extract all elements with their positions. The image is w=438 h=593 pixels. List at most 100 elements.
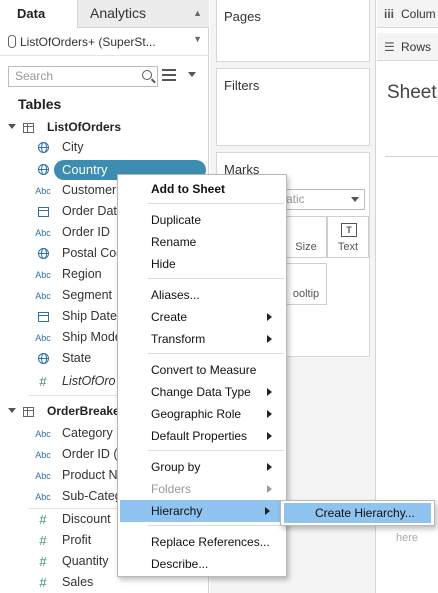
- field-label: Quantity: [62, 554, 109, 568]
- field-label: ListOfOro: [62, 374, 116, 388]
- abc-icon: Abc: [35, 270, 51, 280]
- hash-icon: #: [39, 512, 47, 527]
- rows-shelf[interactable]: ☰ Rows: [377, 33, 438, 61]
- field-label: Postal Coo: [62, 246, 124, 260]
- menu-item-transform[interactable]: Transform: [118, 328, 286, 350]
- menu-item-create-hierarchy[interactable]: Create Hierarchy...: [284, 503, 431, 523]
- datasource-row[interactable]: ListOfOrders+ (SuperSt...: [0, 28, 209, 56]
- field-label: City: [62, 140, 84, 154]
- abc-icon: Abc: [35, 228, 51, 238]
- field-label: Sub-Categ: [62, 489, 122, 503]
- hash-icon: #: [39, 554, 47, 569]
- submenu-arrow-icon: [267, 463, 272, 471]
- menu-item-label: Hierarchy: [151, 504, 203, 518]
- abc-icon: Abc: [35, 450, 51, 460]
- caret-down-icon[interactable]: [8, 408, 16, 413]
- menu-item-replace-references[interactable]: Replace References...: [118, 531, 286, 553]
- sheet-title[interactable]: Sheet: [387, 82, 437, 104]
- abc-icon: Abc: [35, 471, 51, 481]
- menu-item-change-data-type[interactable]: Change Data Type: [118, 381, 286, 403]
- abc-icon: Abc: [35, 186, 51, 196]
- submenu-arrow-icon: [267, 410, 272, 418]
- field-label: Discount: [62, 512, 111, 526]
- filters-card[interactable]: Filters: [216, 68, 370, 146]
- chevron-down-icon[interactable]: [188, 72, 196, 77]
- table-group-label: ListOfOrders: [47, 120, 122, 134]
- chevron-down-icon: [351, 197, 359, 202]
- calendar-icon: [35, 310, 51, 324]
- columns-icon: iii: [384, 7, 395, 21]
- pages-card[interactable]: Pages: [216, 0, 370, 62]
- search-placeholder: Search: [15, 69, 54, 83]
- menu-item-duplicate[interactable]: Duplicate: [118, 209, 286, 231]
- hash-icon: #: [39, 374, 47, 389]
- field-label: State: [62, 351, 92, 365]
- menu-item-convert-to-measure[interactable]: Convert to Measure: [118, 359, 286, 381]
- globe-icon: [35, 163, 51, 177]
- menu-item-hide[interactable]: Hide: [118, 253, 286, 275]
- calendar-icon: [35, 205, 51, 219]
- search-input[interactable]: Search: [8, 66, 158, 87]
- menu-item-group-by[interactable]: Group by: [118, 456, 286, 478]
- menu-item-default-properties[interactable]: Default Properties: [118, 425, 286, 447]
- globe-icon: [35, 352, 51, 366]
- globe-icon: [35, 141, 51, 155]
- field-label: Order ID (: [62, 447, 118, 461]
- table-icon: [23, 123, 34, 133]
- menu-item-label: Create: [151, 310, 188, 324]
- tooltip-button[interactable]: ooltip: [285, 263, 327, 305]
- field-label: Region: [62, 267, 102, 281]
- caret-down-icon[interactable]: [8, 124, 16, 129]
- hierarchy-submenu: Create Hierarchy...: [280, 500, 435, 526]
- menu-separator: [148, 450, 284, 451]
- tab-data[interactable]: Data: [0, 0, 78, 28]
- submenu-arrow-icon: [267, 313, 272, 321]
- list-view-icon[interactable]: [162, 69, 176, 81]
- pane-tabs: Data Analytics ▲ ▼: [0, 0, 209, 44]
- field-item[interactable]: City: [30, 138, 209, 158]
- tab-analytics[interactable]: Analytics ▲ ▼: [78, 0, 209, 44]
- menu-item-describe[interactable]: Describe...: [118, 553, 286, 575]
- mark-type-value: atic: [286, 192, 305, 206]
- field-label: Ship Mode: [62, 330, 122, 344]
- menu-item-add-to-sheet[interactable]: Add to Sheet: [118, 178, 286, 200]
- rows-label: Rows: [401, 40, 432, 54]
- menu-item-geographic-role[interactable]: Geographic Role: [118, 403, 286, 425]
- size-button[interactable]: Size: [285, 216, 327, 258]
- hash-icon: #: [39, 575, 47, 590]
- submenu-arrow-icon: [267, 432, 272, 440]
- field-label: Country: [62, 162, 108, 177]
- abc-icon: Abc: [35, 291, 51, 301]
- menu-separator: [148, 525, 284, 526]
- text-icon: T: [341, 223, 357, 237]
- field-label: Order ID: [62, 225, 110, 239]
- menu-item-rename[interactable]: Rename: [118, 231, 286, 253]
- submenu-arrow-icon: [267, 335, 272, 343]
- menu-item-hierarchy[interactable]: Hierarchy: [120, 500, 284, 522]
- field-label: Category: [62, 426, 113, 440]
- field-label: Sales: [62, 575, 94, 589]
- drop-hint: here: [396, 532, 419, 544]
- hash-icon: #: [39, 533, 47, 548]
- globe-icon: [35, 247, 51, 261]
- menu-item-aliases[interactable]: Aliases...: [118, 284, 286, 306]
- abc-icon: Abc: [35, 333, 51, 343]
- submenu-arrow-icon: [267, 388, 272, 396]
- table-group-listoforders[interactable]: ListOfOrders: [0, 118, 209, 138]
- field-label: Ship Date: [62, 309, 117, 323]
- size-label: Size: [295, 241, 317, 253]
- menu-separator: [148, 203, 284, 204]
- menu-item-create[interactable]: Create: [118, 306, 286, 328]
- datasource-name: ListOfOrders+ (SuperSt...: [20, 35, 156, 49]
- tables-heading: Tables: [18, 96, 62, 112]
- field-label: Segment: [62, 288, 113, 302]
- columns-shelf[interactable]: iii Colum: [377, 0, 438, 28]
- text-button[interactable]: T Text: [327, 216, 369, 258]
- field-label: Order Dat: [62, 204, 117, 218]
- field-label: Product N: [62, 468, 118, 482]
- search-icon[interactable]: [142, 70, 152, 80]
- database-icon: [8, 35, 16, 48]
- menu-separator: [148, 278, 284, 279]
- menu-item-folders: Folders: [118, 478, 286, 500]
- menu-item-label: Transform: [151, 332, 206, 346]
